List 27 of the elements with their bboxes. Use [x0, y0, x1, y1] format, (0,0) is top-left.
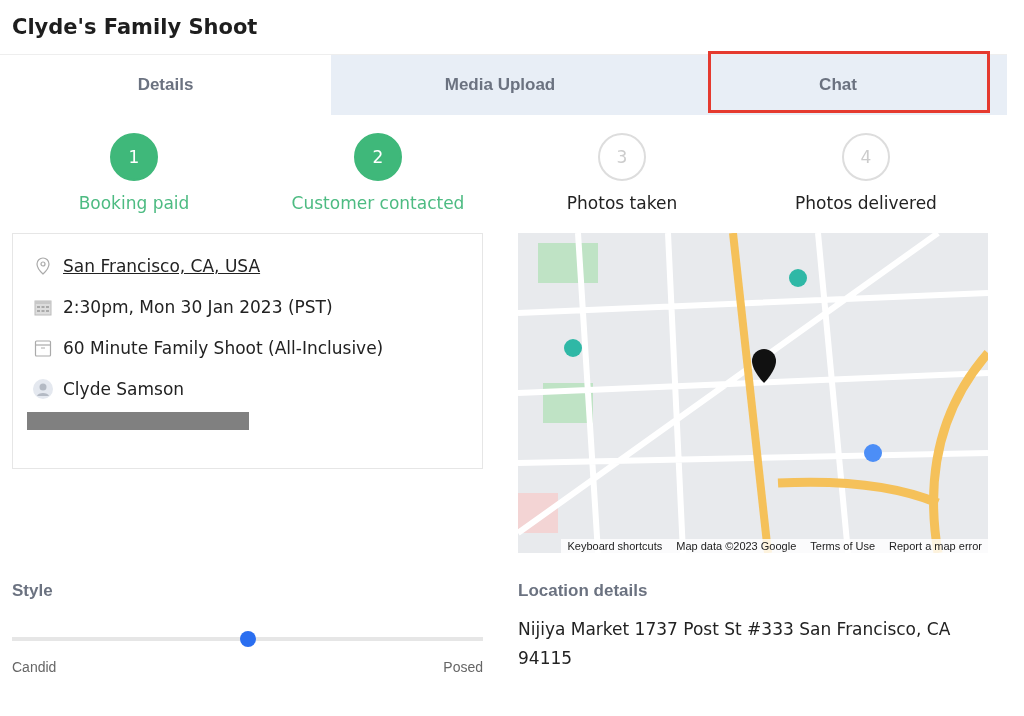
step-label: Booking paid	[78, 193, 190, 213]
page-title: Clyde's Family Shoot	[12, 14, 259, 41]
section-label: Location details	[518, 581, 649, 601]
map-attribution-link[interactable]: Keyboard shortcuts	[567, 540, 663, 552]
step-number: 2	[354, 133, 402, 181]
slider-max-label: Posed	[443, 659, 483, 675]
map-attribution-link[interactable]: Terms of Use	[810, 540, 876, 552]
map-attribution-link[interactable]: Report a map error	[889, 540, 982, 552]
slider-thumb[interactable]	[239, 631, 256, 647]
location-link[interactable]: San Francisco, CA, USA	[63, 256, 261, 276]
detail-text: Clyde Samson	[63, 379, 185, 399]
box-icon	[33, 338, 53, 358]
map-attribution-link[interactable]: Map data ©2023 Google	[676, 540, 797, 552]
address-text: Nijiya Market 1737 Post St #333 San Francisco, CA 94115	[518, 618, 952, 670]
calendar-icon	[33, 297, 53, 317]
step-label: Photos taken	[566, 193, 678, 213]
detail-text: 2:30pm, Mon 30 Jan 2023 (PST)	[63, 297, 333, 317]
step-number: 1	[110, 133, 158, 181]
step-label: Customer contacted	[291, 193, 465, 213]
detail-text: 60 Minute Family Shoot (All-Inclusive)	[63, 338, 384, 358]
tab[interactable]: Chat	[669, 55, 1007, 115]
avatar-icon	[33, 379, 53, 399]
section-label: Style	[12, 581, 54, 601]
slider-min-label: Candid	[12, 659, 57, 675]
location-pin-icon	[33, 256, 53, 276]
tab[interactable]: Media Upload	[331, 55, 669, 115]
step-label: Photos delivered	[795, 193, 937, 213]
